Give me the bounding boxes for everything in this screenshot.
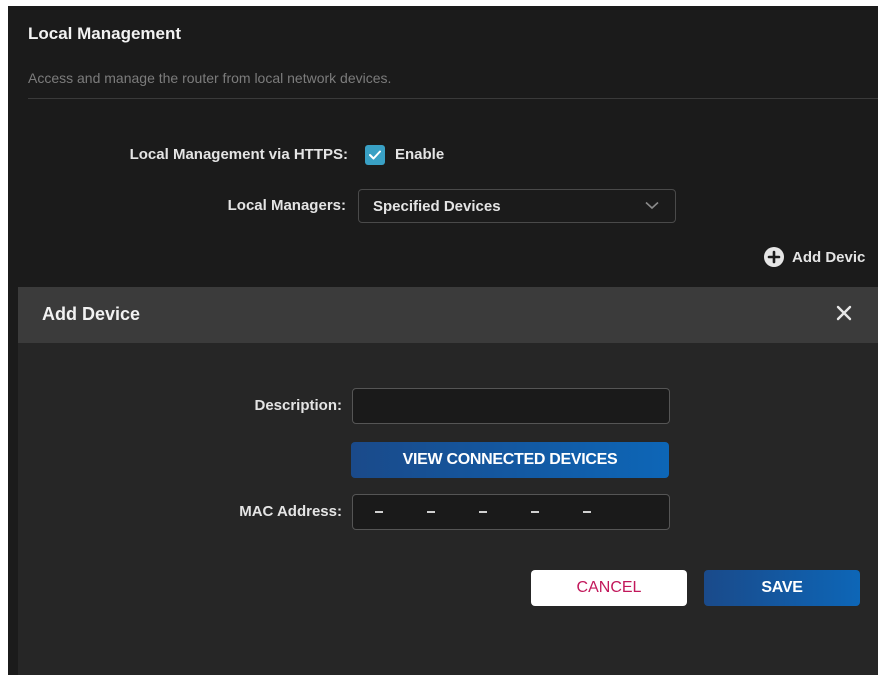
checkmark-icon bbox=[369, 150, 381, 160]
chevron-down-icon bbox=[645, 201, 659, 210]
description-input[interactable] bbox=[352, 388, 670, 424]
mac-separator bbox=[427, 511, 435, 513]
local-managers-value: Specified Devices bbox=[373, 198, 501, 215]
mac-separator bbox=[583, 511, 591, 513]
local-management-page: Local Management Access and manage the r… bbox=[8, 6, 878, 675]
cancel-button[interactable]: CANCEL bbox=[531, 570, 687, 606]
mac-address-input[interactable] bbox=[352, 494, 670, 530]
add-device-link[interactable]: Add Devic bbox=[764, 246, 865, 268]
modal-header: Add Device bbox=[18, 287, 878, 343]
divider bbox=[28, 98, 878, 99]
description-label: Description: bbox=[254, 397, 342, 414]
mac-separator bbox=[531, 511, 539, 513]
add-device-label: Add Devic bbox=[792, 248, 866, 266]
section-description: Access and manage the router from local … bbox=[28, 70, 392, 86]
enable-checkbox[interactable] bbox=[365, 145, 385, 165]
https-label: Local Management via HTTPS: bbox=[129, 146, 348, 163]
mac-separator bbox=[479, 511, 487, 513]
section-title: Local Management bbox=[28, 24, 182, 43]
add-device-modal: Add Device Description: VIEW CONNECTED D… bbox=[18, 287, 878, 675]
plus-circle-icon bbox=[764, 247, 784, 267]
close-icon[interactable] bbox=[836, 305, 852, 321]
local-managers-select[interactable]: Specified Devices bbox=[358, 189, 676, 223]
enable-label[interactable]: Enable bbox=[395, 146, 444, 163]
local-managers-label: Local Managers: bbox=[227, 197, 346, 214]
view-connected-devices-button[interactable]: VIEW CONNECTED DEVICES bbox=[351, 442, 669, 478]
mac-separator bbox=[375, 511, 383, 513]
modal-title: Add Device bbox=[42, 304, 141, 324]
mac-address-label: MAC Address: bbox=[239, 503, 342, 520]
save-button[interactable]: SAVE bbox=[704, 570, 860, 606]
